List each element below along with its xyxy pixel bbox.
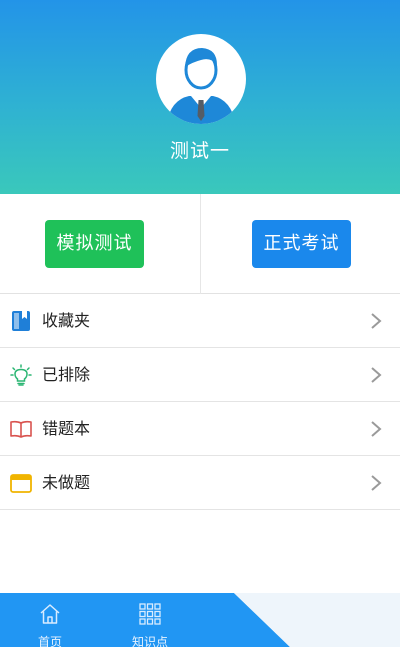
open-book-icon <box>10 418 32 440</box>
menu-item-excluded[interactable]: 已排除 <box>0 348 400 402</box>
action-buttons: 模拟测试 正式考试 <box>0 194 400 294</box>
divider <box>200 194 201 294</box>
menu-item-wrong-answers[interactable]: 错题本 <box>0 402 400 456</box>
menu-item-label: 未做题 <box>42 473 91 492</box>
formal-exam-button[interactable]: 正式考试 <box>252 220 351 268</box>
chevron-right-icon <box>370 366 382 384</box>
chevron-right-icon <box>370 474 382 492</box>
user-avatar-icon[interactable] <box>156 34 246 124</box>
lightbulb-icon <box>10 364 32 386</box>
username: 测试一 <box>169 140 230 162</box>
menu-item-label: 错题本 <box>42 419 91 438</box>
menu-item-unanswered[interactable]: 未做题 <box>0 456 400 510</box>
menu-item-label: 收藏夹 <box>42 311 91 330</box>
nav-home[interactable]: 首页 <box>20 593 80 647</box>
nav-knowledge-label: 知识点 <box>131 635 168 647</box>
nav-home-label: 首页 <box>37 635 62 647</box>
profile-header: 测试一 <box>0 0 400 194</box>
grid-icon <box>139 603 161 625</box>
folder-icon <box>10 472 32 494</box>
menu-list: 收藏夹 已排除 错题本 未做题 <box>0 294 400 510</box>
mock-test-button[interactable]: 模拟测试 <box>45 220 144 268</box>
chevron-right-icon <box>370 420 382 438</box>
bookmark-icon <box>10 310 32 332</box>
nav-knowledge[interactable]: 知识点 <box>120 593 180 647</box>
chevron-right-icon <box>370 312 382 330</box>
menu-item-favorites[interactable]: 收藏夹 <box>0 294 400 348</box>
menu-item-label: 已排除 <box>42 365 91 384</box>
home-icon <box>39 603 61 625</box>
bottom-nav: 首页 知识点 <box>0 593 400 647</box>
